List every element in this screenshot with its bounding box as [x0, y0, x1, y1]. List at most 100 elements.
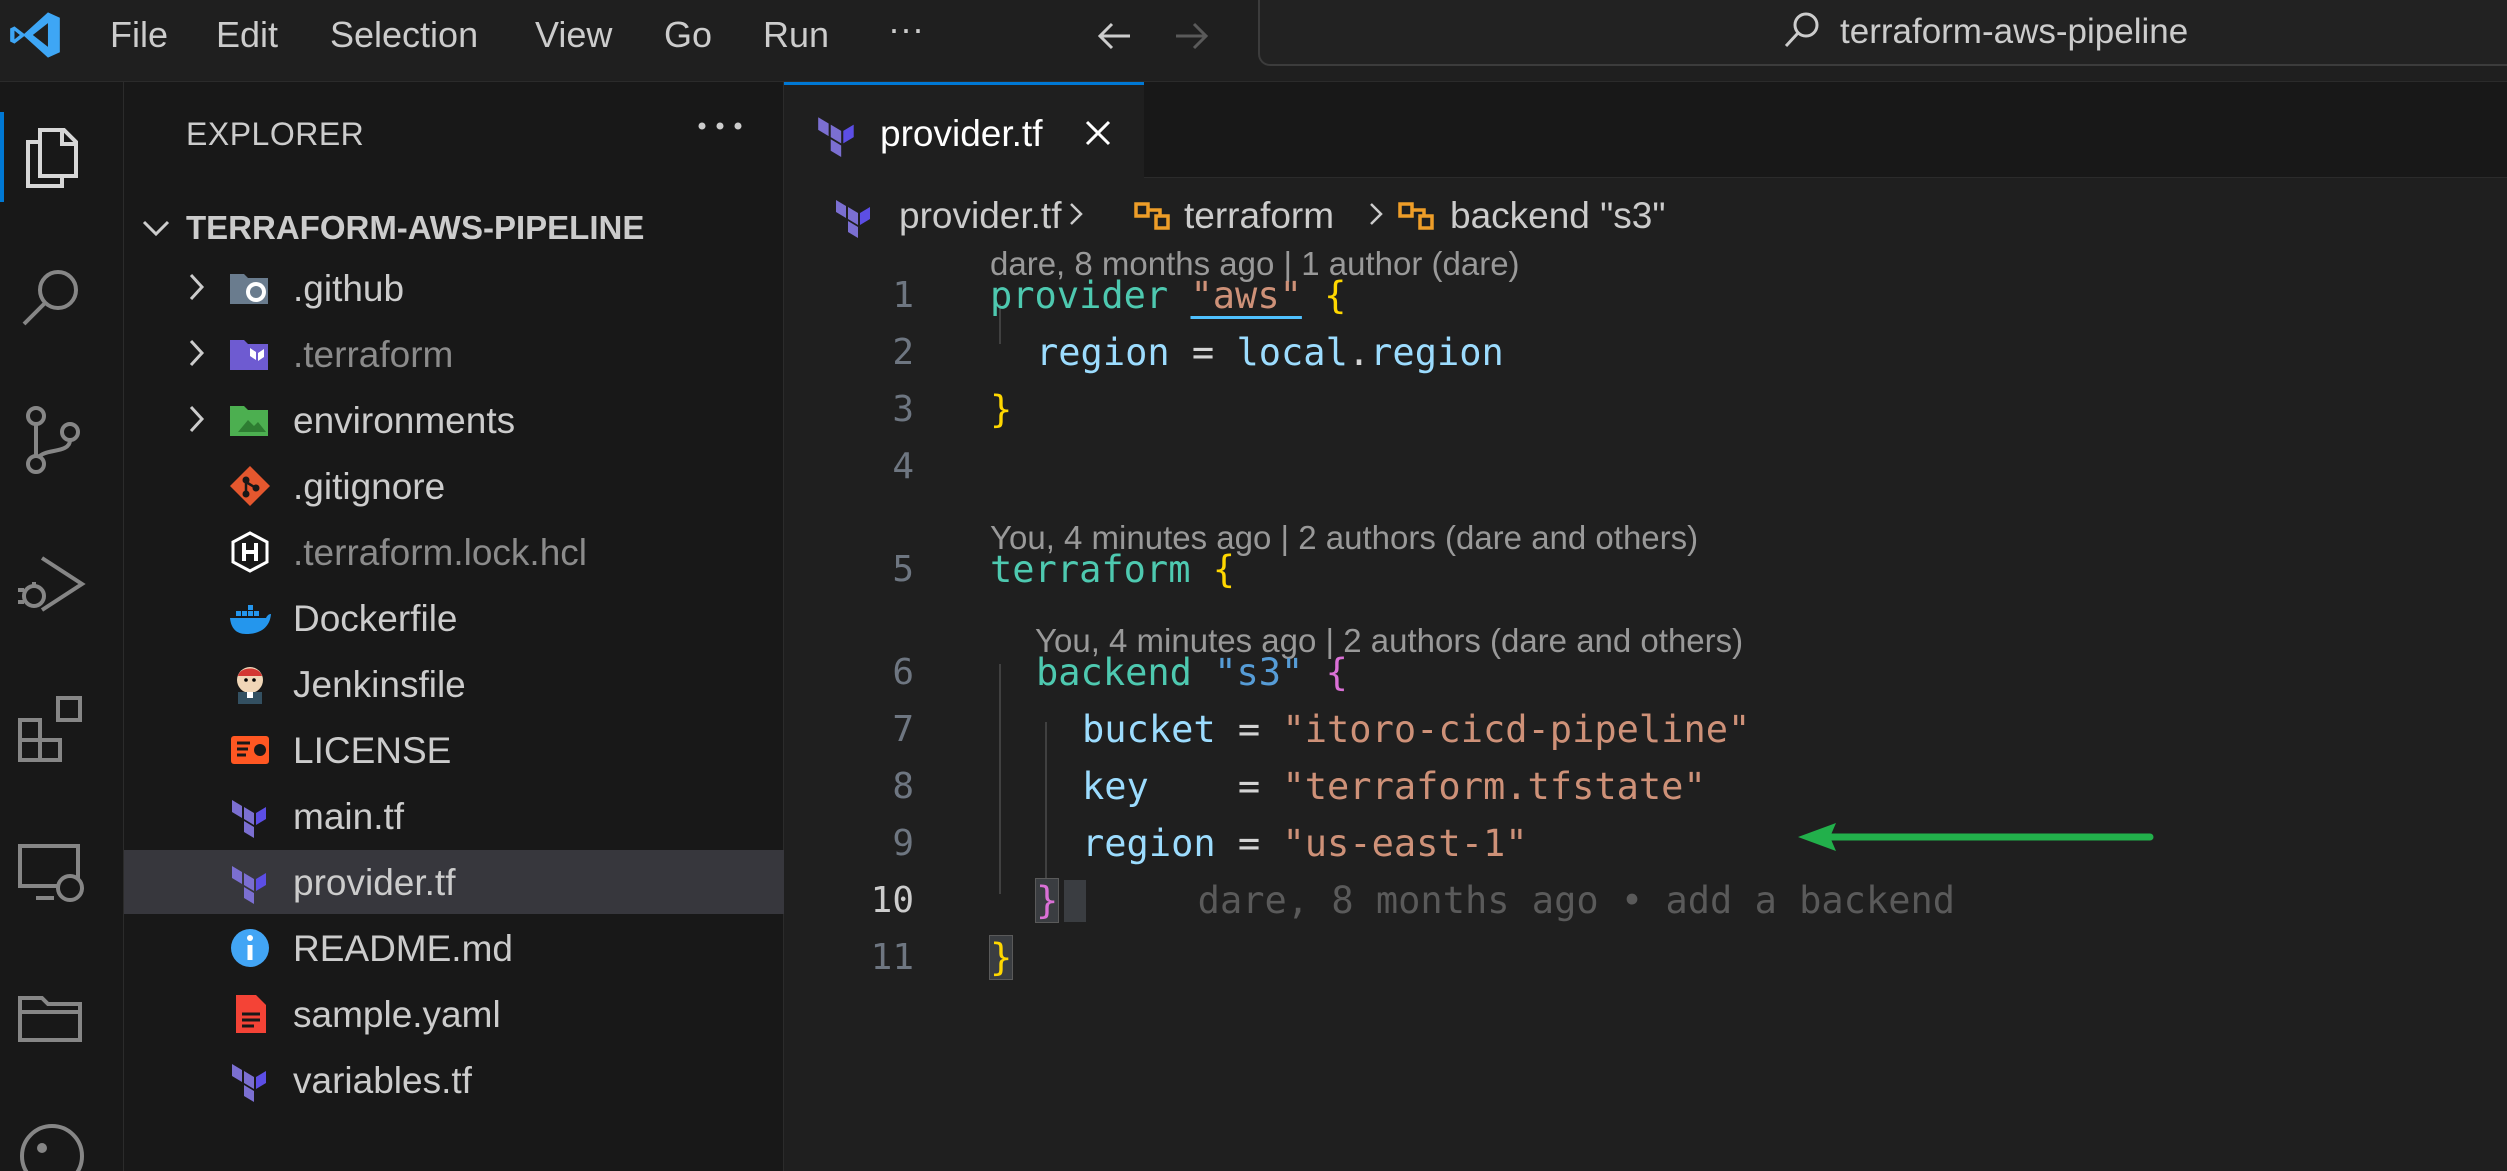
forward-arrow-icon[interactable] [1168, 12, 1216, 60]
breadcrumb-block-terraform[interactable]: terraform [1184, 194, 1334, 238]
file-tree-label: sample.yaml [293, 994, 501, 1035]
file-item[interactable]: Jenkinsfile [124, 652, 784, 716]
breadcrumb-block-backend[interactable]: backend "s3" [1450, 194, 1666, 238]
indent-guide [1045, 722, 1047, 882]
backend-name-string: "s3" [1214, 651, 1304, 694]
breadcrumb-file[interactable]: provider.tf [899, 194, 1061, 238]
chevron-right-icon [1370, 203, 1383, 225]
file-item[interactable]: README.md [124, 916, 784, 980]
code-line-7: bucket = "itoro-cicd-pipeline" [1082, 709, 1750, 751]
attr-bucket: bucket [1082, 708, 1216, 751]
activity-bar [0, 82, 124, 1171]
source-control-icon[interactable] [14, 402, 90, 478]
equals: = [1215, 822, 1283, 865]
file-item[interactable]: .gitignore [124, 454, 784, 518]
vscode-logo-icon[interactable] [8, 8, 62, 62]
breadcrumb: provider.tf terraform backend "s3" [784, 178, 2507, 244]
ref-region: region [1370, 331, 1504, 374]
file-item[interactable]: variables.tf [124, 1048, 784, 1112]
git-graph-icon[interactable] [14, 1118, 90, 1171]
code-line-10: } dare, 8 months ago • add a backend [1034, 878, 1955, 923]
brace-close-matched: } [1034, 878, 1060, 923]
file-tree-label: Jenkinsfile [293, 664, 466, 705]
block-symbol-icon [1134, 202, 1170, 230]
line-number: 2 [892, 332, 914, 373]
cursor-highlight [1064, 880, 1087, 922]
file-item[interactable]: sample.yaml [124, 982, 784, 1046]
file-tree-label: .terraform.lock.hcl [293, 532, 588, 573]
terraform-icon [228, 794, 272, 838]
attr-key: key [1082, 765, 1149, 808]
run-and-debug-icon[interactable] [14, 546, 90, 622]
search-icon[interactable] [14, 262, 90, 338]
brace-open: { [1324, 274, 1347, 317]
line-number: 9 [892, 823, 914, 864]
block-symbol-icon [1398, 202, 1434, 230]
line-number: 1 [892, 275, 914, 316]
explorer-files-icon[interactable] [14, 120, 90, 196]
code-line-9: region = "us-east-1" [1082, 823, 1528, 865]
chevron-right-icon [180, 336, 214, 370]
file-tree-label: LICENSE [293, 730, 452, 771]
menu-more-button[interactable]: ··· [888, 6, 924, 52]
dot: . [1347, 331, 1371, 374]
back-arrow-icon[interactable] [1090, 12, 1138, 60]
file-tree-label: provider.tf [293, 862, 456, 903]
menu-view[interactable]: View [535, 12, 612, 58]
line-number: 11 [870, 937, 914, 978]
attr-region: region [1082, 822, 1216, 865]
remote-explorer-icon[interactable] [14, 834, 90, 910]
line-number: 5 [892, 549, 914, 590]
bucket-value: "itoro-cicd-pipeline" [1282, 708, 1751, 751]
chevron-right-icon [180, 270, 214, 304]
brace-close: } [990, 388, 1013, 431]
terraform-icon [228, 860, 272, 904]
equals: = [1215, 708, 1283, 751]
folder-item[interactable]: .github [124, 256, 784, 320]
provider-name-string[interactable]: "aws" [1191, 274, 1302, 317]
search-text: terraform-aws-pipeline [1840, 12, 2189, 51]
code-line-8: key = "terraform.tfstate" [1082, 766, 1706, 808]
file-tree-label: environments [293, 400, 516, 441]
terraform-folder-icon [228, 332, 272, 376]
extensions-icon[interactable] [14, 690, 90, 766]
file-tree-label: variables.tf [293, 1060, 472, 1101]
file-item[interactable]: main.tf [124, 784, 784, 848]
folder-item[interactable]: .terraform [124, 322, 784, 386]
command-center-search[interactable]: terraform-aws-pipeline [1258, 0, 2507, 66]
more-actions-icon[interactable] [690, 106, 750, 146]
workspace-root-folder[interactable]: TERRAFORM-AWS-PIPELINE [124, 198, 784, 256]
file-item[interactable]: LICENSE [124, 718, 784, 782]
menu-file[interactable]: File [110, 12, 168, 58]
file-item[interactable]: Dockerfile [124, 586, 784, 650]
line-number: 7 [892, 709, 914, 750]
file-item[interactable]: .terraform.lock.hcl [124, 520, 784, 584]
brace-open: { [1212, 548, 1236, 591]
file-tree-label: README.md [293, 928, 513, 969]
yaml-icon [228, 992, 272, 1036]
explorer-title: EXPLORER [186, 116, 365, 152]
inline-blame[interactable]: dare, 8 months ago • add a backend [1198, 879, 1955, 922]
menu-go[interactable]: Go [664, 12, 712, 58]
menu-edit[interactable]: Edit [216, 12, 278, 58]
tab-label: provider.tf [880, 113, 1043, 154]
code-line-5: terraform { [990, 549, 1235, 591]
terraform-icon [836, 200, 870, 238]
file-item[interactable]: provider.tf [124, 850, 784, 914]
title-bar: File Edit Selection View Go Run ··· terr… [0, 0, 2507, 82]
green-annotation-arrow [1798, 823, 2154, 851]
attr-region: region [1036, 331, 1170, 374]
folder-manager-icon[interactable] [14, 978, 90, 1054]
menu-run[interactable]: Run [763, 12, 829, 58]
code-line-1: provider "aws" { [990, 275, 1346, 317]
git-icon [228, 464, 272, 508]
close-icon[interactable] [1082, 117, 1114, 149]
menu-selection[interactable]: Selection [330, 12, 478, 58]
keyword-backend: backend [1036, 651, 1192, 694]
folder-item[interactable]: environments [124, 388, 784, 452]
tab-provider-tf[interactable]: provider.tf [784, 82, 1144, 178]
code-editor[interactable]: dare, 8 months ago | 1 author (dare) You… [784, 244, 2507, 1171]
line-number-current: 10 [870, 880, 914, 921]
explorer-sidebar: EXPLORER TERRAFORM-AWS-PIPELINE .github.… [124, 82, 784, 1171]
region-value: "us-east-1" [1282, 822, 1528, 865]
